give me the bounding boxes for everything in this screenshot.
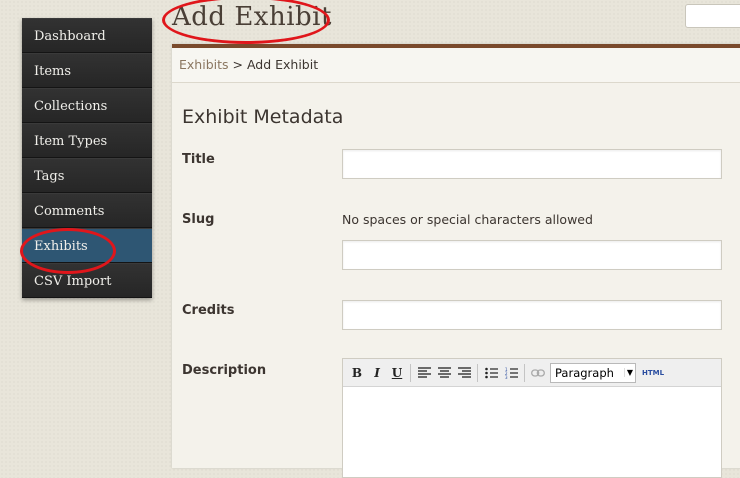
toolbar-divider bbox=[477, 363, 478, 382]
section-title: Exhibit Metadata bbox=[182, 106, 344, 128]
search-input[interactable] bbox=[685, 4, 740, 28]
title-field[interactable] bbox=[342, 149, 722, 179]
align-right-icon[interactable] bbox=[454, 363, 474, 383]
title-label: Title bbox=[182, 152, 215, 167]
main-panel: Exhibits > Add Exhibit Exhibit Metadata … bbox=[172, 44, 740, 478]
format-select-value: Paragraph bbox=[555, 365, 614, 380]
numbered-list-icon[interactable]: 123 bbox=[501, 363, 521, 383]
sidebar-item-items[interactable]: Items bbox=[22, 53, 152, 88]
breadcrumb: Exhibits > Add Exhibit bbox=[172, 48, 740, 83]
html-source-button[interactable]: HTML bbox=[642, 369, 664, 377]
page-title: Add Exhibit bbox=[172, 2, 332, 32]
slug-hint: No spaces or special characters allowed bbox=[342, 212, 593, 227]
sidebar-item-dashboard[interactable]: Dashboard bbox=[22, 18, 152, 53]
credits-field[interactable] bbox=[342, 300, 722, 330]
breadcrumb-separator: > bbox=[228, 57, 247, 72]
editor-toolbar: B I U 123 Paragraph ▼ HTML bbox=[343, 359, 721, 387]
chevron-down-icon: ▼ bbox=[624, 368, 635, 377]
italic-button[interactable]: I bbox=[367, 363, 387, 383]
sidebar-item-item-types[interactable]: Item Types bbox=[22, 123, 152, 158]
slug-label: Slug bbox=[182, 212, 215, 227]
credits-label: Credits bbox=[182, 303, 235, 318]
description-label: Description bbox=[182, 363, 267, 378]
sidebar-item-collections[interactable]: Collections bbox=[22, 88, 152, 123]
align-left-icon[interactable] bbox=[414, 363, 434, 383]
description-editor: B I U 123 Paragraph ▼ HTML bbox=[342, 358, 722, 478]
format-select[interactable]: Paragraph ▼ bbox=[550, 362, 636, 383]
align-center-icon[interactable] bbox=[434, 363, 454, 383]
sidebar-item-tags[interactable]: Tags bbox=[22, 158, 152, 193]
breadcrumb-link-exhibits[interactable]: Exhibits bbox=[179, 57, 229, 72]
breadcrumb-current: Add Exhibit bbox=[246, 57, 319, 72]
link-icon[interactable] bbox=[528, 363, 548, 383]
underline-button[interactable]: U bbox=[387, 363, 407, 383]
bold-button[interactable]: B bbox=[347, 363, 367, 383]
editor-content-area[interactable] bbox=[343, 387, 721, 477]
sidebar-item-csv-import[interactable]: CSV Import bbox=[22, 263, 152, 298]
slug-field[interactable] bbox=[342, 240, 722, 270]
bullet-list-icon[interactable] bbox=[481, 363, 501, 383]
sidebar-item-exhibits[interactable]: Exhibits bbox=[22, 228, 152, 263]
sidebar-item-comments[interactable]: Comments bbox=[22, 193, 152, 228]
toolbar-divider bbox=[410, 363, 411, 382]
toolbar-divider bbox=[524, 363, 525, 382]
sidebar-nav: Dashboard Items Collections Item Types T… bbox=[22, 18, 152, 298]
svg-text:3: 3 bbox=[505, 375, 508, 379]
